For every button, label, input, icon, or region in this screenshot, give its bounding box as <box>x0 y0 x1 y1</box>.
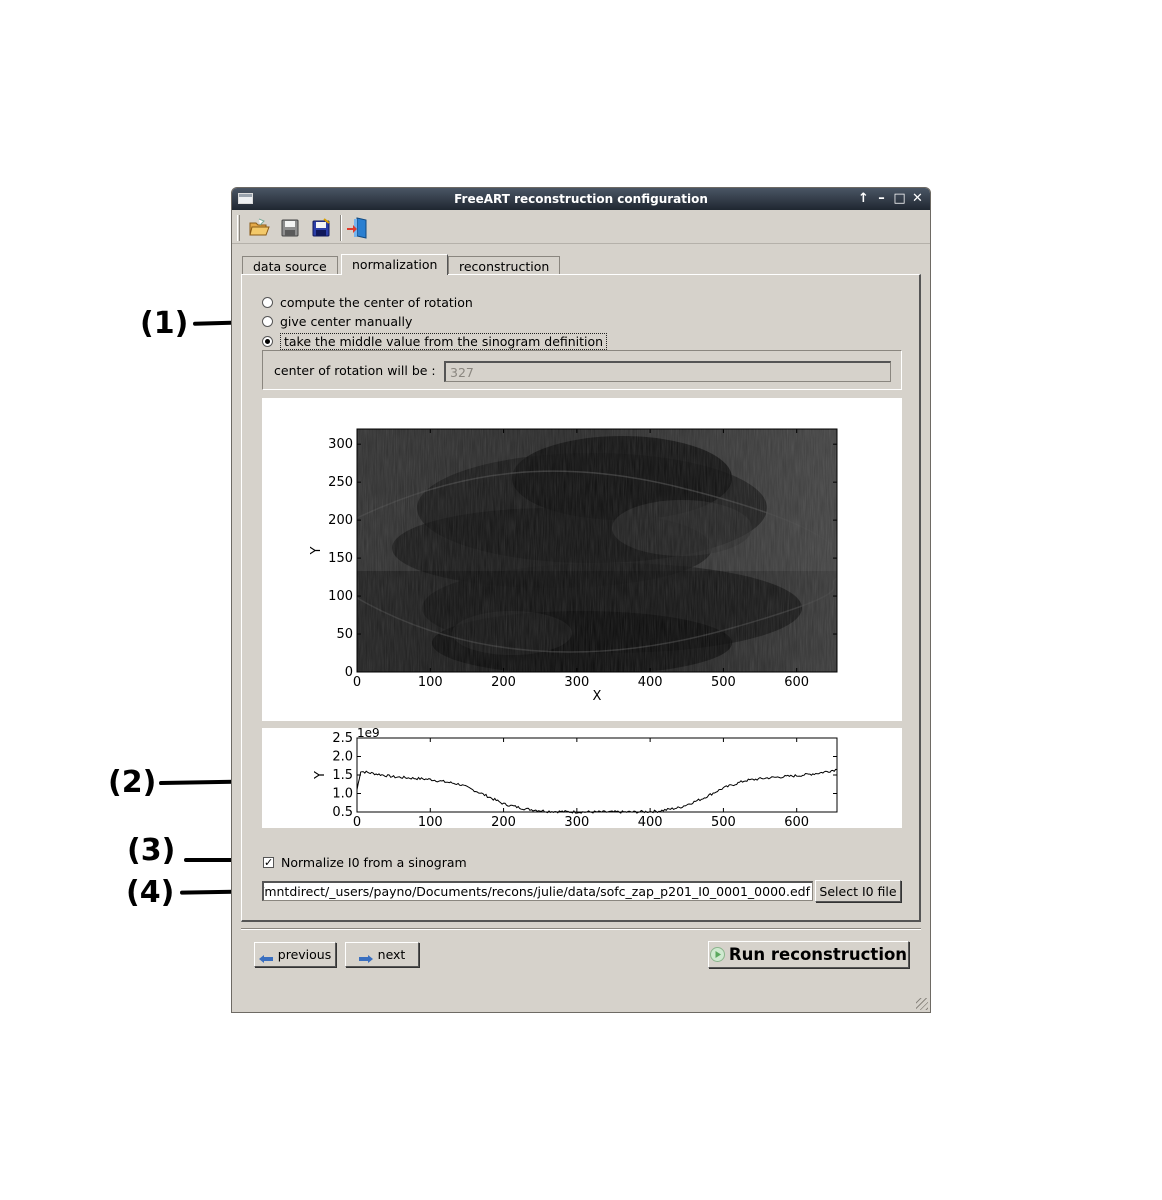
x-tick-label: 600 <box>784 815 809 828</box>
i0-plot: 0 100 200 300 400 500 600 0.5 1.0 1.5 2.0 2.5 Y 1e9 <box>262 726 902 830</box>
previous-arrow-icon <box>258 951 273 963</box>
next-arrow-icon <box>358 951 373 963</box>
x-axis-label: X <box>593 689 602 704</box>
callout-2: (2) <box>108 765 157 800</box>
x-tick-label: 400 <box>638 675 663 690</box>
center-of-rotation-group: center of rotation will be : 327 <box>262 350 902 390</box>
resize-grip[interactable] <box>916 998 928 1010</box>
y-tick-label: 250 <box>328 475 353 490</box>
close-icon[interactable]: ✕ <box>911 190 924 208</box>
run-reconstruction-label: Run reconstruction <box>728 945 908 964</box>
y-tick-label: 150 <box>328 551 353 566</box>
y-tick-label: 1.5 <box>332 768 353 783</box>
open-folder-icon[interactable] <box>246 215 272 241</box>
y-axis-label: Y <box>313 771 328 780</box>
normalization-panel: compute the center of rotation give cent… <box>241 274 921 922</box>
x-tick-label: 0 <box>353 675 361 690</box>
callout-3: (3) <box>127 833 176 868</box>
center-of-rotation-field[interactable]: 327 <box>444 361 891 382</box>
y-tick-label: 1.0 <box>332 787 353 802</box>
x-tick-label: 300 <box>564 815 589 828</box>
radio-compute-center-button[interactable] <box>262 297 273 308</box>
y-tick-label: 2.5 <box>332 731 353 746</box>
save-icon[interactable] <box>277 215 303 241</box>
sinogram-image <box>357 429 837 672</box>
center-of-rotation-label: center of rotation will be : <box>274 363 436 378</box>
tab-normalization[interactable]: normalization <box>341 254 449 275</box>
footer-divider <box>241 928 921 930</box>
next-label: next <box>377 947 406 962</box>
sinogram-plot: 0 100 200 300 400 500 600 0 50 100 150 200 250 300 X Y <box>262 398 902 721</box>
previous-button[interactable]: previous <box>254 942 336 967</box>
main-window: FreeART reconstruction configuration ↑ –… <box>231 187 931 1013</box>
save-as-icon[interactable] <box>308 215 334 241</box>
keep-above-icon[interactable]: ↑ <box>857 190 870 208</box>
y-tick-label: 300 <box>328 437 353 452</box>
y-tick-label: 50 <box>336 627 353 642</box>
callout-4: (4) <box>126 875 175 910</box>
y-tick-label: 200 <box>328 513 353 528</box>
play-icon <box>709 947 725 962</box>
window-title: FreeART reconstruction configuration <box>454 192 708 206</box>
minimize-icon[interactable]: – <box>875 190 888 208</box>
x-tick-label: 400 <box>638 815 663 828</box>
callout-1: (1) <box>140 306 189 341</box>
normalize-i0-checkbox[interactable]: ✓ <box>263 857 274 868</box>
previous-label: previous <box>277 947 332 962</box>
tab-data-source[interactable]: data source <box>242 256 338 275</box>
maximize-icon[interactable]: □ <box>893 190 906 208</box>
x-tick-label: 100 <box>418 815 443 828</box>
x-tick-label: 200 <box>491 675 516 690</box>
radio-give-center-label: give center manually <box>280 314 413 329</box>
radio-middle-value-label: take the middle value from the sinogram … <box>280 333 608 350</box>
next-button[interactable]: next <box>345 942 419 967</box>
i0-file-path-field[interactable]: /mntdirect/_users/payno/Documents/recons… <box>262 881 813 901</box>
tab-reconstruction[interactable]: reconstruction <box>448 256 561 275</box>
y-tick-label: 0 <box>345 665 353 680</box>
toolbar-grip[interactable] <box>237 215 240 241</box>
x-tick-label: 500 <box>711 815 736 828</box>
run-reconstruction-button[interactable]: Run reconstruction <box>708 941 909 968</box>
radio-compute-center[interactable]: compute the center of rotation <box>262 295 473 310</box>
x-tick-label: 500 <box>711 675 736 690</box>
select-i0-file-button[interactable]: Select I0 file <box>815 880 901 902</box>
x-tick-label: 0 <box>353 815 361 828</box>
y-offset-label: 1e9 <box>357 728 380 740</box>
toolbar-separator <box>340 215 342 241</box>
x-tick-label: 200 <box>491 815 516 828</box>
radio-give-center[interactable]: give center manually <box>262 314 412 329</box>
i0-file-path-text: /mntdirect/_users/payno/Documents/recons… <box>262 884 810 899</box>
radio-compute-center-label: compute the center of rotation <box>280 295 473 310</box>
y-tick-label: 0.5 <box>332 805 353 820</box>
radio-middle-value-button[interactable] <box>262 336 273 347</box>
i0-line-chart: 0 100 200 300 400 500 600 0.5 1.0 1.5 2.0 2.5 Y 1e9 <box>313 726 838 830</box>
x-tick-label: 100 <box>418 675 443 690</box>
normalize-i0-row[interactable]: ✓ Normalize I0 from a sinogram <box>263 855 467 870</box>
radio-give-center-button[interactable] <box>262 316 273 327</box>
y-tick-label: 2.0 <box>332 750 353 765</box>
sinogram-chart: 0 100 200 300 400 500 600 0 50 100 150 200 250 300 X Y <box>309 428 838 704</box>
normalize-i0-label: Normalize I0 from a sinogram <box>281 855 467 870</box>
toolbar <box>232 210 930 244</box>
exit-icon[interactable] <box>345 215 371 241</box>
x-tick-label: 600 <box>784 675 809 690</box>
x-tick-label: 300 <box>564 675 589 690</box>
y-axis-label: Y <box>309 546 324 555</box>
title-bar[interactable]: FreeART reconstruction configuration ↑ –… <box>232 188 930 210</box>
y-tick-label: 100 <box>328 589 353 604</box>
radio-middle-value[interactable]: take the middle value from the sinogram … <box>262 333 608 350</box>
